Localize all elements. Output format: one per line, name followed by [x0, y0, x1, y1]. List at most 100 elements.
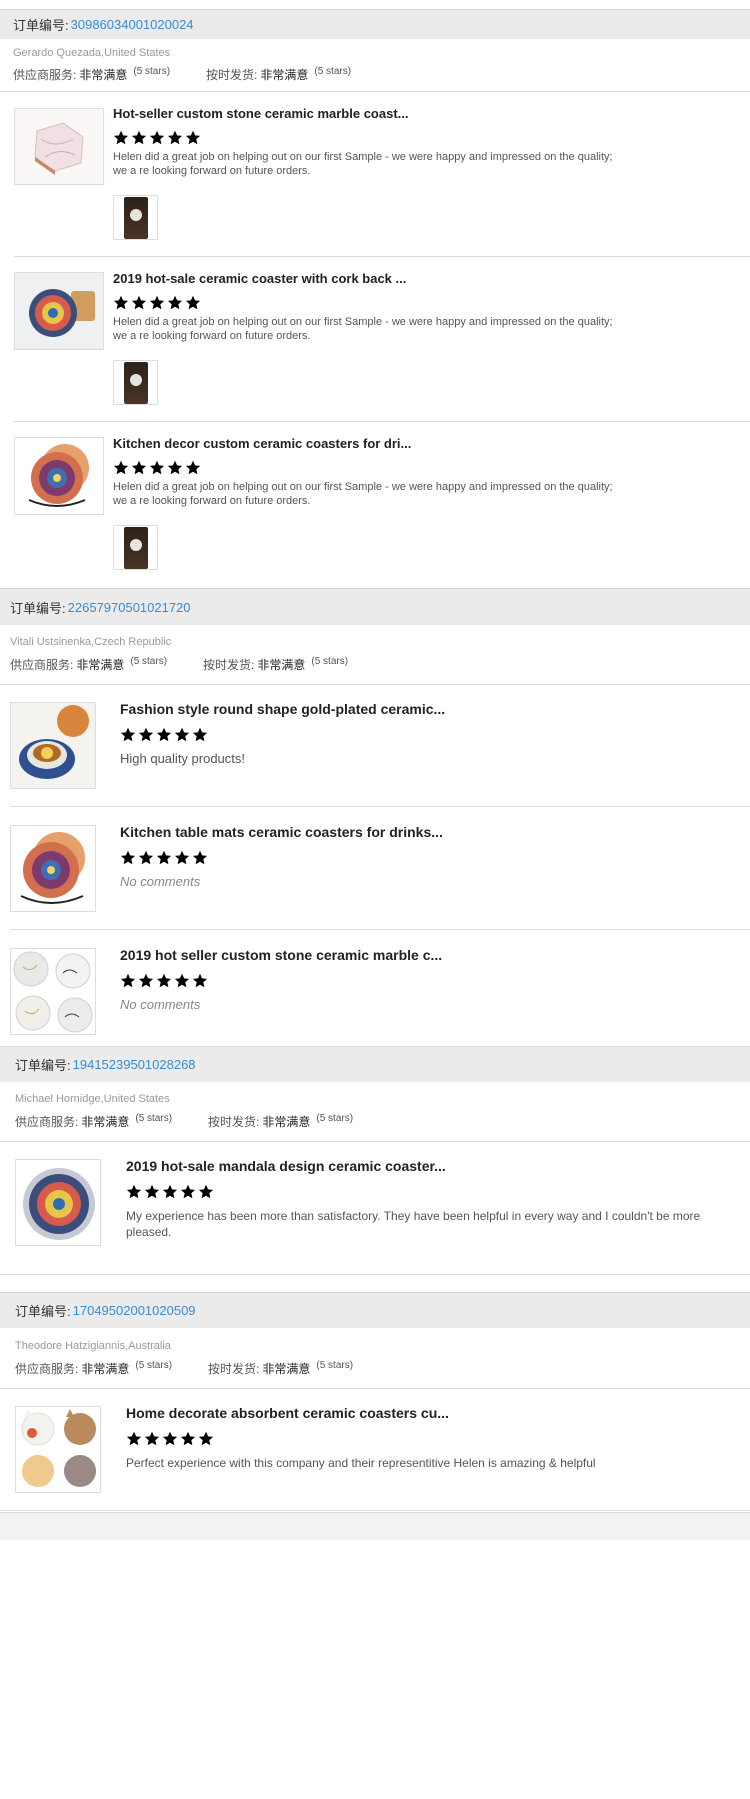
star-icon — [149, 460, 165, 475]
star-icon — [167, 130, 183, 145]
star-icon — [180, 1431, 196, 1446]
product-thumbnail[interactable] — [15, 1406, 101, 1493]
item-star-rating — [120, 973, 208, 989]
product-thumbnail[interactable] — [15, 1159, 101, 1246]
photo-icon — [123, 361, 148, 404]
star-icon — [185, 295, 201, 310]
star-icon — [113, 130, 129, 145]
divider — [0, 1141, 750, 1142]
divider — [14, 421, 750, 422]
ontime-value: 非常满意 — [257, 658, 306, 672]
star-icon — [126, 1431, 142, 1446]
order-number-link[interactable]: 22657970501021720 — [68, 600, 191, 615]
review-comment: Helen did a great job on helping out on … — [113, 151, 613, 177]
review-photo[interactable] — [113, 525, 158, 570]
coaster-set-icon — [11, 826, 95, 911]
review-photo[interactable] — [113, 360, 158, 405]
ontime-label: 按时发货: — [203, 658, 255, 672]
order-number-link[interactable]: 17049502001020509 — [73, 1303, 196, 1318]
supplier-service-value: 非常满意 — [81, 1115, 130, 1129]
review-comment: No comments — [120, 874, 201, 889]
order-number-link[interactable]: 30986034001020024 — [71, 17, 194, 32]
star-icon — [162, 1184, 178, 1199]
order-header: 订单编号: 19415239501028268 — [0, 1046, 750, 1082]
mandala-coaster-icon — [15, 273, 103, 349]
order-number-label: 订单编号: — [15, 1304, 71, 1319]
review-comment: My experience has been more than satisfa… — [126, 1209, 701, 1239]
star-icon — [126, 1184, 142, 1199]
star-icon — [138, 727, 154, 742]
supplier-service-stars: (5 stars) — [135, 1113, 173, 1124]
item-star-rating — [113, 295, 201, 311]
product-thumbnail[interactable] — [10, 948, 96, 1035]
seller-ratings: 供应商服务: 非常满意 (5 stars) 按时发货: 非常满意 (5 star… — [15, 1113, 353, 1130]
product-title-link[interactable]: Hot-seller custom stone ceramic marble c… — [113, 106, 409, 121]
supplier-service-value: 非常满意 — [81, 1362, 130, 1376]
item-star-rating — [126, 1184, 214, 1200]
star-icon — [156, 850, 172, 865]
star-icon — [138, 850, 154, 865]
cat-coasters-icon — [16, 1407, 100, 1492]
star-icon — [138, 973, 154, 988]
item-star-rating — [126, 1431, 214, 1447]
ontime-stars: (5 stars) — [311, 656, 349, 667]
star-icon — [131, 130, 147, 145]
star-icon — [192, 850, 208, 865]
product-title-link[interactable]: Kitchen table mats ceramic coasters for … — [120, 824, 443, 840]
product-title-link[interactable]: Kitchen decor custom ceramic coasters fo… — [113, 436, 411, 451]
order-number-label: 订单编号: — [13, 18, 69, 33]
divider — [0, 91, 750, 92]
product-thumbnail[interactable] — [10, 702, 96, 789]
review-photo[interactable] — [113, 195, 158, 240]
divider — [0, 1388, 750, 1389]
star-icon — [198, 1431, 214, 1446]
star-icon — [149, 130, 165, 145]
ontime-value: 非常满意 — [262, 1115, 311, 1129]
star-icon — [192, 973, 208, 988]
mandala-coaster-icon — [16, 1160, 100, 1245]
star-icon — [174, 727, 190, 742]
star-icon — [120, 973, 136, 988]
product-title-link[interactable]: Home decorate absorbent ceramic coasters… — [126, 1405, 449, 1421]
coaster-set-icon — [15, 438, 103, 514]
divider — [10, 806, 750, 807]
star-icon — [113, 295, 129, 310]
product-thumbnail[interactable] — [14, 272, 104, 350]
buyer-name: Michael Hornidge,United States — [15, 1093, 170, 1105]
marble-coasters-icon — [11, 949, 95, 1034]
item-star-rating — [120, 727, 208, 743]
supplier-service-stars: (5 stars) — [133, 66, 171, 77]
star-icon — [131, 460, 147, 475]
order-number-link[interactable]: 19415239501028268 — [73, 1057, 196, 1072]
page-footer-band — [0, 1512, 750, 1540]
star-icon — [120, 727, 136, 742]
buyer-name: Theodore Hatzigiannis,Australia — [15, 1340, 171, 1352]
star-icon — [167, 295, 183, 310]
product-title-link[interactable]: Fashion style round shape gold-plated ce… — [120, 701, 445, 717]
star-icon — [198, 1184, 214, 1199]
star-icon — [156, 727, 172, 742]
product-thumbnail[interactable] — [14, 108, 104, 185]
star-icon — [174, 850, 190, 865]
star-icon — [174, 973, 190, 988]
item-star-rating — [113, 130, 201, 146]
buyer-name: Vitali Ustsinenka,Czech Republic — [10, 636, 172, 648]
star-icon — [185, 130, 201, 145]
seller-ratings: 供应商服务: 非常满意 (5 stars) 按时发货: 非常满意 (5 star… — [13, 66, 351, 83]
order-header: 订单编号: 30986034001020024 — [0, 9, 750, 39]
product-title-link[interactable]: 2019 hot-sale mandala design ceramic coa… — [126, 1158, 446, 1174]
ontime-value: 非常满意 — [262, 1362, 311, 1376]
product-thumbnail[interactable] — [10, 825, 96, 912]
ontime-stars: (5 stars) — [316, 1113, 354, 1124]
product-title-link[interactable]: 2019 hot seller custom stone ceramic mar… — [120, 947, 442, 963]
product-title-link[interactable]: 2019 hot-sale ceramic coaster with cork … — [113, 271, 406, 286]
product-thumbnail[interactable] — [14, 437, 104, 515]
supplier-service-stars: (5 stars) — [135, 1360, 173, 1371]
supplier-service-label: 供应商服务: — [13, 68, 77, 82]
divider — [10, 929, 750, 930]
seller-ratings: 供应商服务: 非常满意 (5 stars) 按时发货: 非常满意 (5 star… — [10, 656, 348, 673]
buyer-name: Gerardo Quezada,United States — [13, 47, 171, 59]
star-icon — [192, 727, 208, 742]
supplier-service-value: 非常满意 — [76, 658, 125, 672]
review-comment: Perfect experience with this company and… — [126, 1456, 596, 1470]
